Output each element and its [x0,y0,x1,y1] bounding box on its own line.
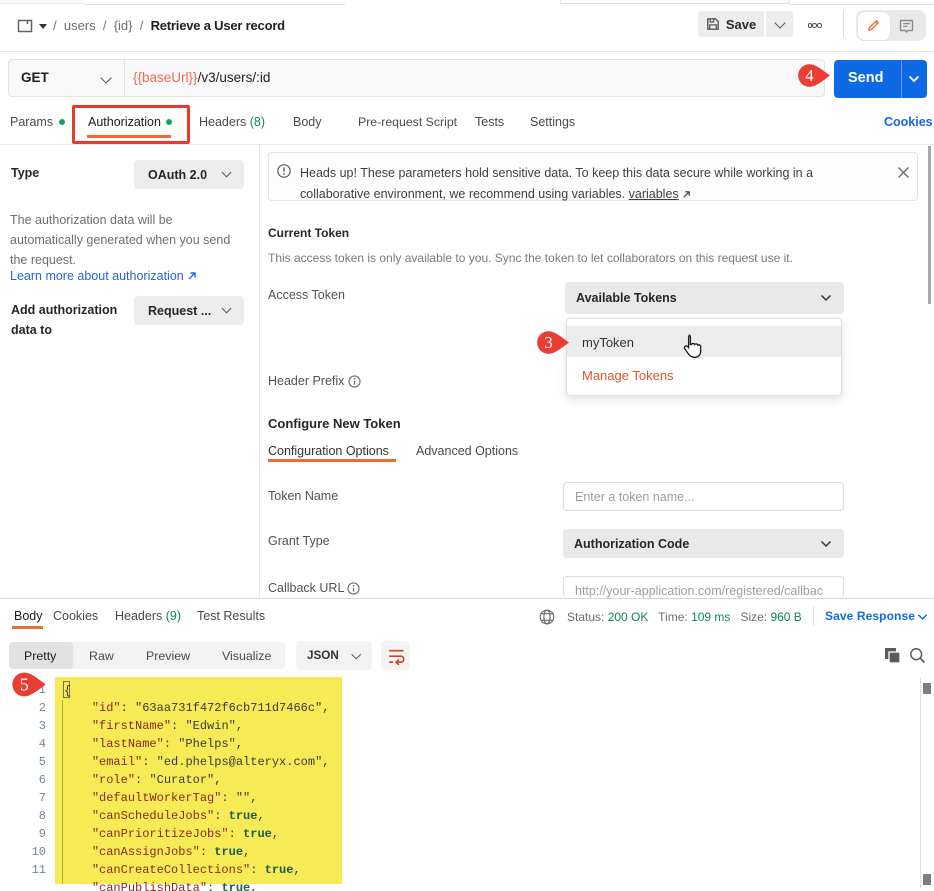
svg-text:4: 4 [805,66,814,85]
svg-text:5: 5 [20,674,29,694]
svg-text:3: 3 [544,333,553,352]
